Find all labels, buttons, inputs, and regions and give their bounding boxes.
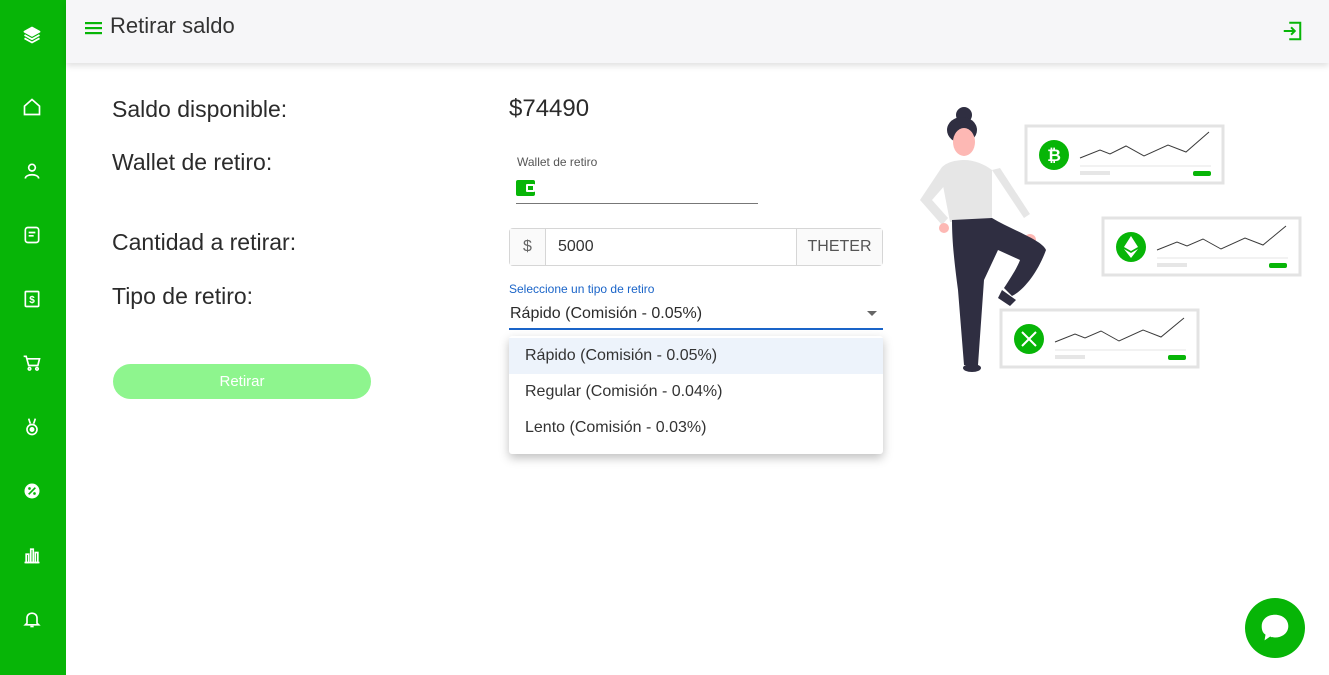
chat-bubble-icon — [1261, 614, 1289, 641]
layers-icon[interactable] — [20, 23, 44, 47]
home-icon[interactable] — [20, 95, 44, 119]
withdraw-type-dropdown: Rápido (Comisión - 0.05%) Regular (Comis… — [509, 336, 883, 454]
wallet-field[interactable]: Wallet de retiro — [516, 152, 758, 204]
option-regular[interactable]: Regular (Comisión - 0.04%) — [509, 374, 883, 410]
cart-icon[interactable] — [20, 351, 44, 375]
svg-text:₿: ₿ — [1047, 146, 1061, 165]
logout-icon[interactable] — [1281, 20, 1303, 42]
withdraw-type-selected: Rápido (Comisión - 0.05%) — [510, 305, 703, 322]
bell-icon[interactable] — [20, 607, 44, 631]
bar-chart-icon[interactable] — [20, 543, 44, 567]
tipo-label: Tipo de retiro: — [112, 283, 254, 309]
balance-value: $74490 — [509, 95, 590, 122]
chat-button[interactable] — [1245, 598, 1305, 658]
amount-input[interactable]: 5000 — [546, 229, 796, 265]
currency-suffix: THETER — [796, 229, 882, 265]
wallet-label: Wallet de retiro: — [112, 149, 273, 175]
wallet-field-label: Wallet de retiro — [517, 155, 598, 169]
currency-prefix: $ — [510, 229, 546, 265]
wallet-input[interactable] — [542, 176, 752, 200]
withdraw-type-select[interactable]: Rápido (Comisión - 0.05%) — [509, 300, 883, 330]
caret-down-icon — [867, 311, 877, 316]
document-icon[interactable] — [20, 223, 44, 247]
top-bar: Retirar saldo — [66, 0, 1329, 63]
amount-input-group: $ 5000 THETER — [509, 228, 883, 266]
withdraw-type-label: Seleccione un tipo de retiro — [509, 282, 655, 296]
user-icon[interactable] — [20, 159, 44, 183]
saldo-label: Saldo disponible: — [112, 96, 288, 122]
menu-icon[interactable] — [84, 18, 104, 38]
ethereum-card — [1101, 216, 1302, 277]
retirar-button[interactable]: Retirar — [113, 364, 371, 399]
cantidad-label: Cantidad a retirar: — [112, 229, 297, 255]
svg-text:$: $ — [29, 295, 35, 306]
medal-icon[interactable] — [20, 415, 44, 439]
percent-icon[interactable] — [20, 479, 44, 503]
bitcoin-card: ₿ — [1024, 124, 1225, 185]
xrp-card — [999, 308, 1200, 369]
option-lento[interactable]: Lento (Comisión - 0.03%) — [509, 410, 883, 446]
dollar-icon[interactable]: $ — [20, 287, 44, 311]
crypto-illustration: ₿ — [920, 107, 1302, 372]
wallet-icon — [516, 180, 535, 196]
sidebar: $ — [0, 0, 66, 675]
page-title: Retirar saldo — [110, 13, 235, 38]
option-rapido[interactable]: Rápido (Comisión - 0.05%) — [509, 338, 883, 374]
